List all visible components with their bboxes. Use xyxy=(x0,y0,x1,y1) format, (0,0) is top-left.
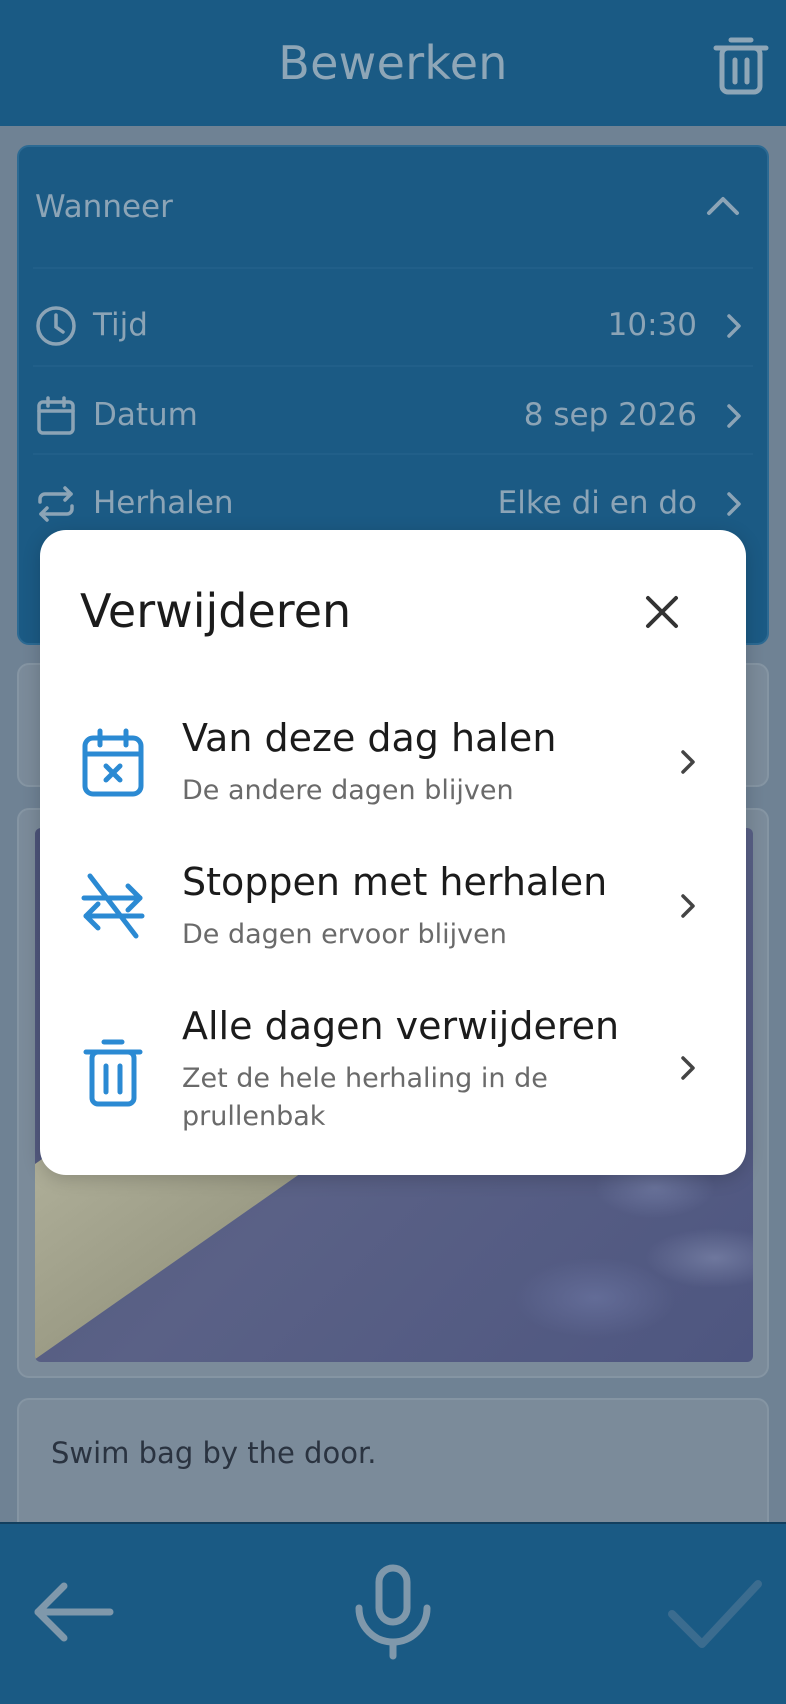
repeat-icon xyxy=(38,486,74,522)
divider xyxy=(33,365,753,367)
option-subtitle: De andere dagen blijven xyxy=(182,775,514,806)
chevron-right-icon xyxy=(681,1056,695,1080)
clock-icon xyxy=(36,306,76,346)
chevron-right-icon xyxy=(727,492,741,516)
microphone-icon[interactable] xyxy=(343,1562,443,1662)
row-repeat[interactable]: Herhalen Elke di en do xyxy=(33,473,753,533)
row-time[interactable]: Tijd 10:30 xyxy=(33,295,753,355)
row-date-value: 8 sep 2026 xyxy=(523,397,697,433)
bottom-bar xyxy=(0,1522,786,1704)
calendar-icon xyxy=(37,396,75,435)
repeat-off-icon xyxy=(81,873,145,939)
note-text: Swim bag by the door. xyxy=(51,1436,377,1470)
chevron-up-icon[interactable] xyxy=(705,193,741,219)
option-subtitle: De dagen ervoor blijven xyxy=(182,919,507,950)
back-arrow-icon[interactable] xyxy=(24,1562,124,1662)
divider xyxy=(33,453,753,455)
divider xyxy=(33,267,753,269)
row-repeat-value: Elke di en do xyxy=(497,485,697,521)
check-icon[interactable] xyxy=(664,1562,764,1662)
dialog-title: Verwijderen xyxy=(80,584,352,638)
page-title: Bewerken xyxy=(278,36,508,90)
row-time-label: Tijd xyxy=(93,307,148,343)
app-header: Bewerken xyxy=(0,0,786,126)
option-remove-this-day[interactable]: Van deze dag halen De andere dagen blijv… xyxy=(40,700,746,830)
row-time-value: 10:30 xyxy=(607,307,697,343)
chevron-right-icon xyxy=(727,404,741,428)
option-stop-repeating[interactable]: Stoppen met herhalen De dagen ervoor bli… xyxy=(40,844,746,974)
option-title: Alle dagen verwijderen xyxy=(182,1004,620,1048)
option-title: Stoppen met herhalen xyxy=(182,860,608,904)
row-date-label: Datum xyxy=(93,397,198,433)
note-card[interactable]: Swim bag by the door. xyxy=(17,1398,769,1538)
close-icon[interactable] xyxy=(638,588,686,636)
chevron-right-icon xyxy=(681,750,695,774)
option-subtitle: Zet de hele herhaling in de prullenbak xyxy=(182,1063,548,1132)
trash-icon[interactable] xyxy=(706,30,776,100)
trash-icon xyxy=(83,1039,143,1107)
chevron-right-icon xyxy=(727,314,741,338)
row-date[interactable]: Datum 8 sep 2026 xyxy=(33,385,753,445)
chevron-right-icon xyxy=(681,894,695,918)
option-delete-all-days[interactable]: Alle dagen verwijderen Zet de hele herha… xyxy=(40,988,746,1158)
calendar-x-icon xyxy=(82,728,144,797)
row-repeat-label: Herhalen xyxy=(93,485,234,521)
option-title: Van deze dag halen xyxy=(182,716,557,760)
when-heading: Wanneer xyxy=(35,189,173,225)
delete-dialog: Verwijderen Van deze dag halen De andere… xyxy=(40,530,746,1175)
